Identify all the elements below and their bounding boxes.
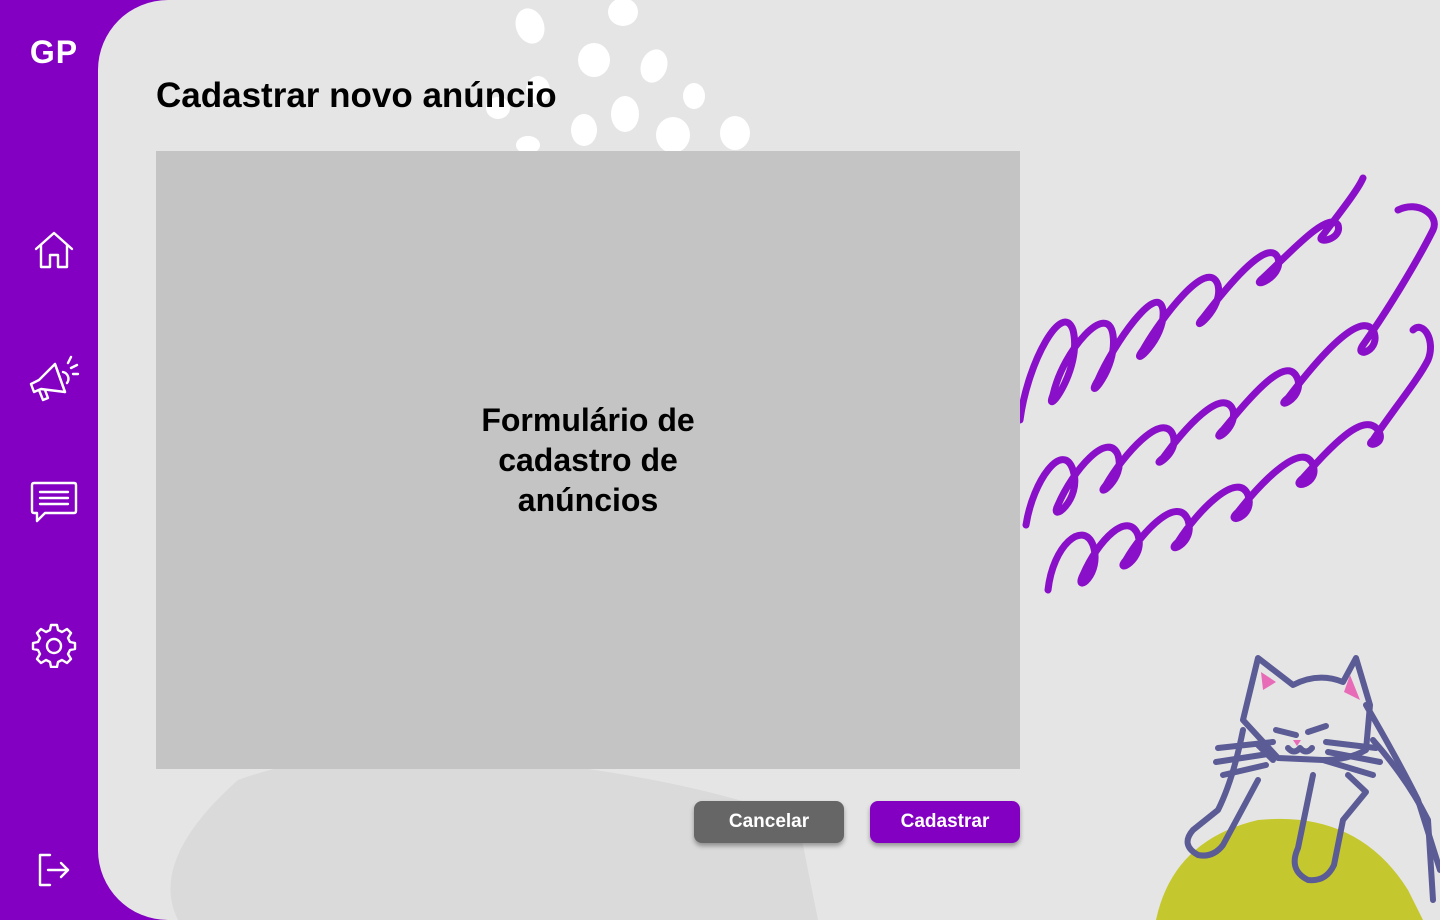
- app-logo: GP: [29, 34, 79, 70]
- logout-icon: [38, 853, 70, 887]
- ad-form-placeholder: Formulário de cadastro de anúncios: [156, 151, 1020, 769]
- gear-icon: [31, 623, 77, 668]
- sidebar-item-settings[interactable]: [0, 615, 108, 675]
- chat-icon: [30, 481, 78, 523]
- megaphone-icon: [29, 355, 80, 402]
- form-placeholder-text: Formulário de cadastro de anúncios: [481, 402, 695, 518]
- sidebar-item-ads[interactable]: [0, 350, 108, 410]
- main-panel: Cadastrar novo anúncio Formulário de cad…: [98, 0, 1440, 920]
- sidebar-item-messages[interactable]: [0, 472, 108, 532]
- sidebar-item-home[interactable]: [0, 220, 108, 280]
- submit-button[interactable]: Cadastrar: [870, 801, 1020, 843]
- sidebar: GP: [0, 0, 110, 920]
- home-icon: [34, 231, 74, 269]
- page-title: Cadastrar novo anúncio: [156, 76, 557, 115]
- cancel-button[interactable]: Cancelar: [694, 801, 844, 843]
- sidebar-item-logout[interactable]: [0, 840, 108, 900]
